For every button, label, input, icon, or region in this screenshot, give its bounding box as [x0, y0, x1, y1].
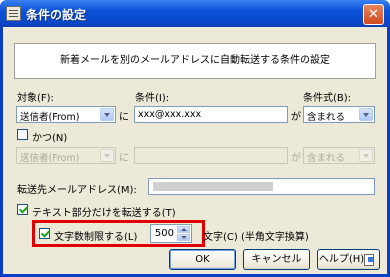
close-button[interactable]: ✕: [363, 4, 384, 25]
ga-label: が: [291, 112, 301, 123]
text-only-label: テキスト部分だけを転送する(T): [32, 208, 176, 219]
limit-spinner[interactable]: 500: [150, 224, 192, 243]
forward-address-input[interactable]: [148, 178, 375, 195]
help-button-label: ヘルプ(H): [318, 254, 365, 265]
limit-label: 文字数制限する(L): [54, 232, 138, 243]
condition2-input[interactable]: [134, 147, 288, 164]
blurred-address: [153, 182, 273, 191]
condition-label: 条件(I):: [135, 93, 170, 104]
window-title: 条件の設定: [26, 8, 87, 22]
formula2-select-value: 含まれる: [307, 153, 346, 164]
description-box: 新着メールを別のメールアドレスに自動転送する条件の設定: [14, 43, 376, 79]
and-checkbox[interactable]: [17, 129, 28, 140]
target-select[interactable]: 送信者(From): [16, 106, 116, 123]
formula-label: 条件式(B):: [303, 93, 352, 104]
target2-select[interactable]: 送信者(From): [16, 147, 116, 164]
chevron-down-icon[interactable]: [100, 108, 114, 121]
ok-button[interactable]: OK: [169, 249, 236, 270]
target-label: 対象(F):: [17, 93, 54, 104]
condition-input-value: xxx@xxx.xxx: [138, 109, 202, 120]
formula-select-value: 含まれる: [307, 112, 346, 123]
help-button[interactable]: ヘルプ(H): [317, 249, 380, 270]
text-only-checkbox[interactable]: [17, 204, 28, 215]
spin-up-icon[interactable]: [177, 226, 190, 233]
chevron-down-icon[interactable]: [359, 108, 373, 121]
cancel-button[interactable]: キャンセル: [243, 249, 310, 270]
forward-label: 転送先メールアドレス(M):: [17, 185, 137, 196]
dialog-window: 条件の設定 ✕ 新着メールを別のメールアドレスに自動転送する条件の設定 対象(F…: [0, 0, 390, 277]
title-bar[interactable]: 条件の設定 ✕: [0, 0, 390, 27]
ni2-label: に: [119, 153, 129, 164]
condition-input[interactable]: xxx@xxx.xxx: [134, 106, 288, 123]
formula-select[interactable]: 含まれる: [303, 106, 375, 123]
dialog-client: 新着メールを別のメールアドレスに自動転送する条件の設定 対象(F): 条件(I)…: [3, 27, 387, 274]
ni-label: に: [119, 112, 129, 123]
chevron-down-icon[interactable]: [100, 149, 114, 162]
chevron-down-icon[interactable]: [359, 149, 373, 162]
limit-unit-label: 文字(C) (半角文字換算): [203, 232, 309, 243]
external-window-icon: [364, 254, 374, 266]
spinner-buttons: [177, 226, 190, 241]
limit-value: 500: [154, 228, 174, 239]
target-select-value: 送信者(From): [20, 112, 80, 123]
ga2-label: が: [291, 153, 301, 164]
formula2-select[interactable]: 含まれる: [303, 147, 375, 164]
dialog-app-icon: [6, 6, 21, 21]
and-label: かつ(N): [32, 133, 68, 144]
spin-down-icon[interactable]: [177, 234, 190, 241]
limit-checkbox[interactable]: [39, 228, 50, 239]
target2-select-value: 送信者(From): [20, 153, 80, 164]
